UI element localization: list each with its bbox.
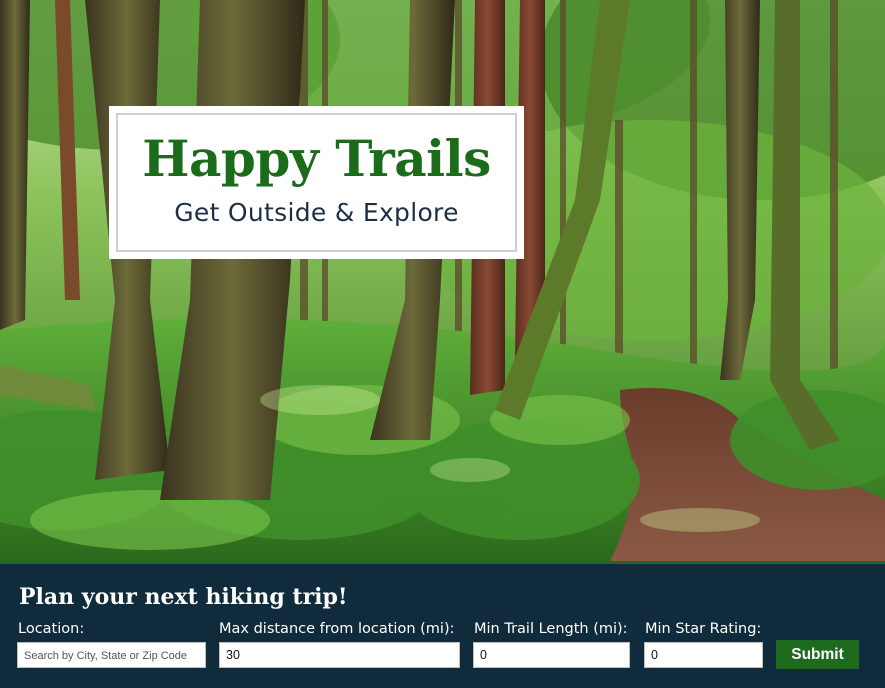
min-rating-label: Min Star Rating: bbox=[645, 621, 762, 637]
max-distance-input[interactable] bbox=[219, 642, 460, 668]
hero-banner: Happy Trails Get Outside & Explore bbox=[0, 0, 885, 561]
submit-button[interactable]: Submit bbox=[776, 640, 859, 669]
forest-hero-image bbox=[0, 0, 885, 561]
location-input[interactable] bbox=[17, 642, 206, 668]
location-label: Location: bbox=[18, 621, 85, 637]
form-heading: Plan your next hiking trip! bbox=[19, 584, 348, 610]
hero-title-frame: Happy Trails Get Outside & Explore bbox=[116, 113, 517, 252]
site-tagline: Get Outside & Explore bbox=[174, 198, 459, 227]
max-distance-label: Max distance from location (mi): bbox=[219, 621, 455, 637]
min-rating-input[interactable] bbox=[644, 642, 763, 668]
trip-planner-form: Plan your next hiking trip! Location: Ma… bbox=[0, 561, 885, 688]
site-title: Happy Trails bbox=[142, 129, 491, 188]
min-length-input[interactable] bbox=[473, 642, 630, 668]
min-length-label: Min Trail Length (mi): bbox=[474, 621, 628, 637]
hero-title-card: Happy Trails Get Outside & Explore bbox=[109, 106, 524, 259]
